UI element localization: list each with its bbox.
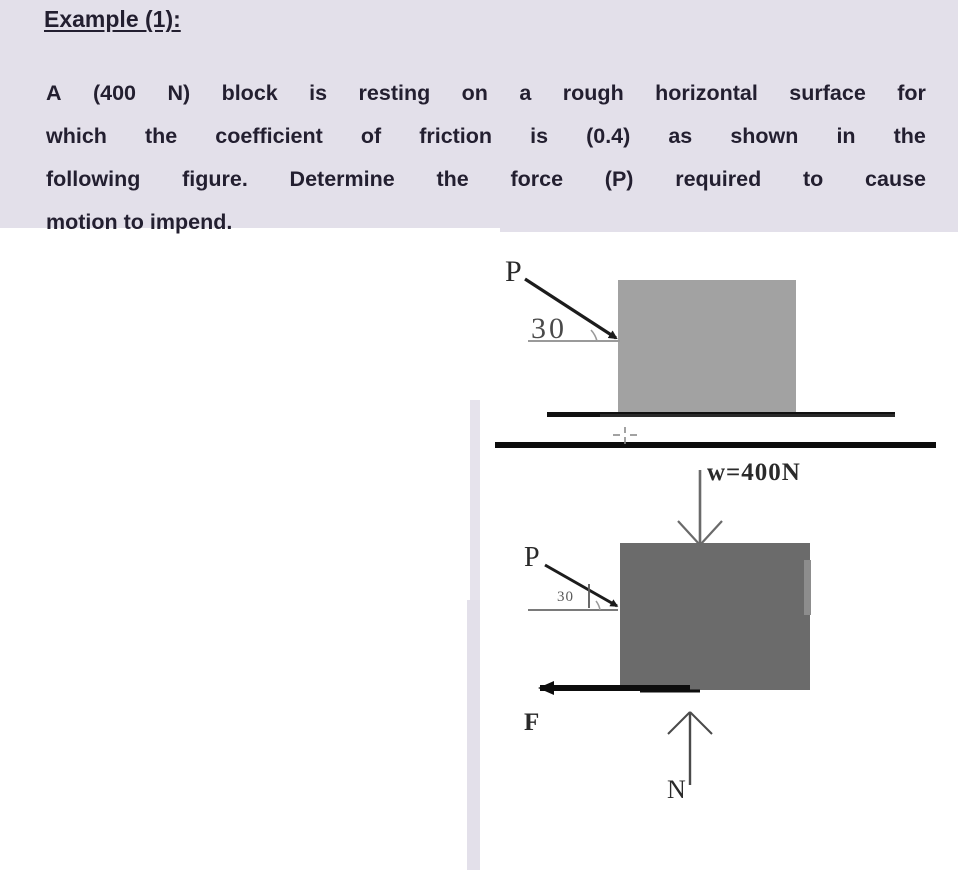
lower-diagram-group (528, 470, 811, 785)
upper-angle-arc (590, 329, 598, 342)
fbd-force-P-label: P (524, 542, 540, 573)
weight-arrowhead-left (677, 520, 701, 546)
normal-force-N-head-right (689, 711, 713, 735)
fbd-block-edge-highlight (804, 560, 811, 615)
upper-diagram-group (495, 277, 936, 448)
weight-arrowhead-right (699, 520, 723, 546)
ground-line (495, 442, 936, 448)
fbd-angle-arc (595, 600, 601, 611)
fbd-block (620, 543, 810, 690)
fbd-angle-label: 30 (557, 589, 574, 605)
screenshot-root: Example (1): A (400 N) block is resting … (0, 0, 958, 870)
fbd-force-P-arrow (544, 563, 619, 608)
friction-force-label: F (524, 709, 540, 736)
upper-force-P-label: P (505, 255, 522, 288)
upper-angle-label: 30 (531, 312, 567, 345)
upper-block (618, 280, 796, 416)
normal-force-label: N (667, 775, 686, 804)
normal-force-N-head-left (667, 711, 691, 735)
upper-contact-line-right (600, 414, 895, 417)
center-crosshair-marker (613, 427, 637, 444)
weight-label: w=400N (707, 459, 801, 486)
